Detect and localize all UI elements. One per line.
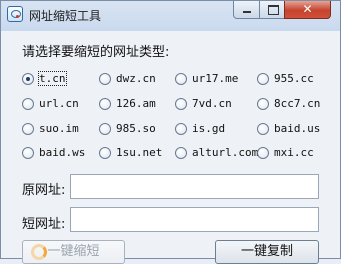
option-label: t.cn: [38, 71, 67, 86]
radio-button[interactable]: [175, 123, 187, 135]
radio-button[interactable]: [175, 98, 187, 110]
close-button[interactable]: ✕: [284, 1, 331, 19]
radio-button[interactable]: [99, 73, 111, 85]
app-link-icon: [7, 6, 23, 22]
option-label: suo.im: [39, 122, 79, 135]
radio-button[interactable]: [22, 147, 34, 159]
short-url-label: 短网址:: [22, 217, 66, 232]
radio-button[interactable]: [22, 98, 34, 110]
maximize-button[interactable]: [259, 1, 285, 19]
option-label: 985.so: [116, 122, 156, 135]
option-label: 955.cc: [274, 72, 314, 85]
close-icon: ✕: [302, 2, 313, 16]
short-url-input[interactable]: [70, 207, 319, 232]
option-label: 1su.net: [116, 146, 163, 159]
option-label: url.cn: [39, 97, 79, 110]
copy-button-label: 一键复制: [240, 244, 293, 259]
radio-button[interactable]: [99, 98, 111, 110]
option-label: dwz.cn: [116, 72, 156, 85]
window-title: 网址缩短工具: [29, 9, 102, 23]
radio-button[interactable]: [257, 98, 269, 110]
copy-button[interactable]: 一键复制: [215, 240, 319, 264]
radio-button[interactable]: [257, 73, 269, 85]
app-window: 网址缩短工具 ✕ 请选择要缩短的网址类型: t.cn dwz.cn ur17.m…: [0, 0, 341, 264]
original-url-label: 原网址:: [22, 183, 66, 198]
type-prompt-label: 请选择要缩短的网址类型:: [22, 45, 170, 60]
radio-button[interactable]: [257, 147, 269, 159]
minimize-icon: [243, 11, 251, 13]
option-label: ur17.me: [192, 72, 239, 85]
radio-button[interactable]: [22, 73, 34, 85]
radio-button[interactable]: [175, 147, 187, 159]
shorten-button-label: 一键缩短: [47, 244, 100, 259]
loading-spinner-icon: [31, 244, 47, 260]
radio-button[interactable]: [99, 123, 111, 135]
radio-button[interactable]: [22, 123, 34, 135]
minimize-button[interactable]: [233, 1, 260, 19]
radio-button[interactable]: [175, 73, 187, 85]
maximize-icon: [268, 5, 279, 15]
radio-button[interactable]: [99, 147, 111, 159]
shorten-button[interactable]: 一键缩短: [22, 240, 125, 264]
option-label: baid.us: [274, 122, 321, 135]
option-label: baid.ws: [39, 146, 86, 159]
option-label: 126.am: [116, 97, 156, 110]
option-label: 8cc7.cn: [274, 97, 321, 110]
original-url-input[interactable]: [70, 174, 319, 199]
title-bar[interactable]: 网址缩短工具 ✕: [1, 1, 340, 31]
option-label: mxi.cc: [274, 146, 314, 159]
option-label: 7vd.cn: [192, 97, 232, 110]
option-label: is.gd: [192, 122, 226, 135]
radio-button[interactable]: [257, 123, 269, 135]
option-label: alturl.com: [192, 146, 259, 159]
